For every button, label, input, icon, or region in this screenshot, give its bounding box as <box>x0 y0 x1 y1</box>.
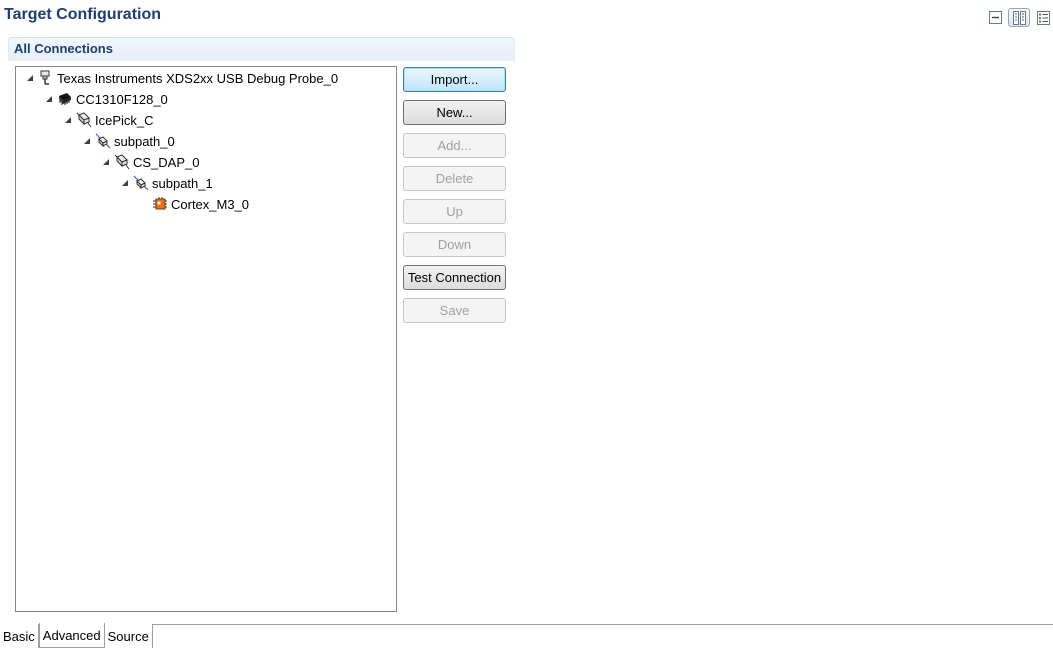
router-icon <box>114 154 130 170</box>
down-button[interactable]: Down <box>403 232 506 257</box>
add-button[interactable]: Add... <box>403 133 506 158</box>
horizontal-layout-button[interactable] <box>1008 8 1030 27</box>
leaf-spacer <box>139 199 149 209</box>
subpath-icon <box>133 175 149 191</box>
tree-node-label: Texas Instruments XDS2xx USB Debug Probe… <box>57 70 339 86</box>
collapse-all-icon <box>988 11 1002 24</box>
expanded-arrow-icon[interactable] <box>82 136 92 146</box>
tab-basic[interactable]: Basic <box>0 624 39 648</box>
up-button[interactable]: Up <box>403 199 506 224</box>
tree-node-label: CS_DAP_0 <box>133 154 200 170</box>
section-title: All Connections <box>14 41 113 56</box>
expanded-arrow-icon[interactable] <box>63 115 73 125</box>
section-header: All Connections <box>8 37 515 61</box>
expanded-arrow-icon[interactable] <box>101 157 111 167</box>
tab-source[interactable]: Source <box>104 624 153 648</box>
page-title: Target Configuration <box>4 6 162 23</box>
tree-node-subpath-1[interactable]: subpath_1 <box>120 173 213 193</box>
test-connection-button[interactable]: Test Connection <box>403 265 506 290</box>
chip-icon <box>57 91 73 107</box>
import-button[interactable]: Import... <box>403 67 506 92</box>
editor-tabs: Basic Advanced Source <box>0 623 153 649</box>
tree-node-device[interactable]: CC1310F128_0 <box>44 89 168 109</box>
tree-node-subpath-0[interactable]: subpath_0 <box>82 131 175 151</box>
expanded-arrow-icon[interactable] <box>44 94 54 104</box>
new-button[interactable]: New... <box>403 100 506 125</box>
tree-node-label: subpath_0 <box>114 133 175 149</box>
router-icon <box>76 112 92 128</box>
probe-icon <box>38 70 54 86</box>
tab-advanced[interactable]: Advanced <box>38 623 105 648</box>
subpath-icon <box>95 133 111 149</box>
collapse-all-button[interactable] <box>984 8 1006 27</box>
cpu-core-icon <box>152 196 168 212</box>
view-toolbar <box>984 8 1053 27</box>
horizontal-layout-icon <box>1012 10 1026 25</box>
vertical-layout-button[interactable] <box>1032 8 1053 27</box>
expanded-arrow-icon[interactable] <box>25 73 35 83</box>
connections-tree[interactable]: Texas Instruments XDS2xx USB Debug Probe… <box>15 66 397 612</box>
tree-node-label: Cortex_M3_0 <box>171 196 250 212</box>
delete-button[interactable]: Delete <box>403 166 506 191</box>
tree-node-icepick[interactable]: IcePick_C <box>63 110 154 130</box>
tree-node-cortex[interactable]: Cortex_M3_0 <box>139 194 249 214</box>
tree-node-label: IcePick_C <box>95 112 154 128</box>
tree-node-probe[interactable]: Texas Instruments XDS2xx USB Debug Probe… <box>25 68 338 88</box>
tree-node-label: subpath_1 <box>152 175 213 191</box>
save-button[interactable]: Save <box>403 298 506 323</box>
expanded-arrow-icon[interactable] <box>120 178 130 188</box>
tree-node-cs-dap[interactable]: CS_DAP_0 <box>101 152 199 172</box>
tree-node-label: CC1310F128_0 <box>76 91 168 107</box>
vertical-layout-icon <box>1036 10 1050 25</box>
tab-divider <box>0 624 1053 625</box>
